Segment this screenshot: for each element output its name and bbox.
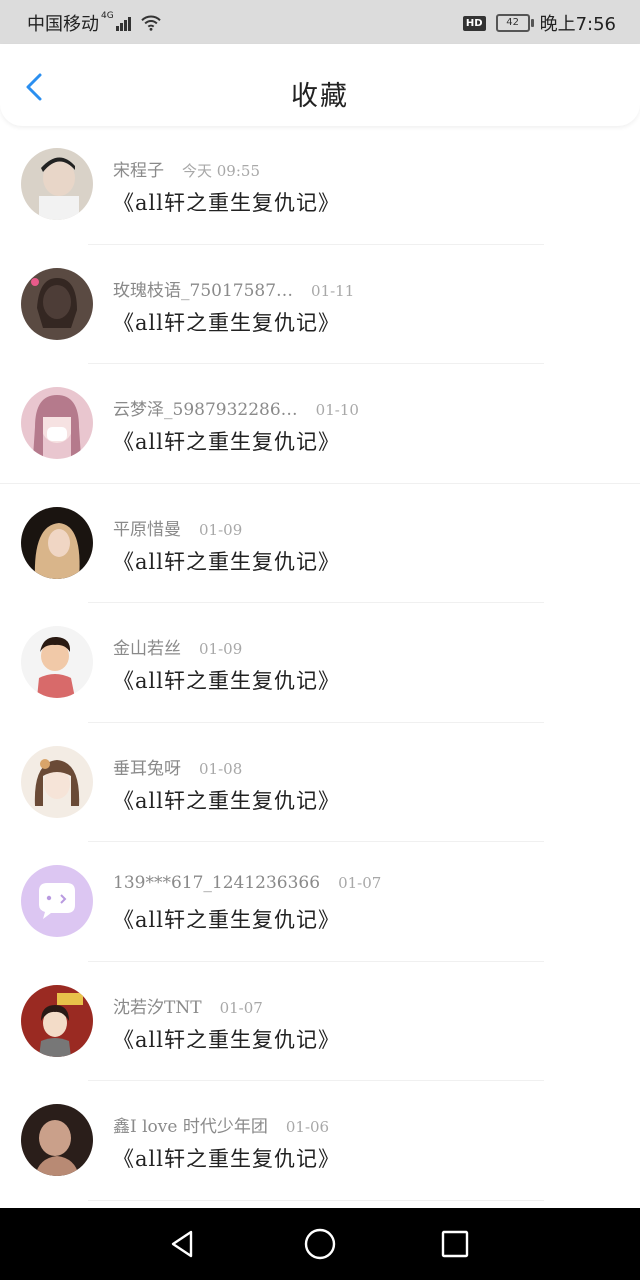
avatar[interactable] [21,745,93,818]
book-title[interactable]: 《all轩之重生复仇记》 [113,665,340,695]
user-name: 139***617_1241236366 [113,873,321,893]
battery-level: 42 [506,17,519,28]
user-name: 平原惜曼 [113,519,181,540]
list-item[interactable]: 139***617_1241236366 01-07 《all轩之重生复仇记》 [0,842,640,962]
item-meta: 沈若汐TNT 01-07 [113,993,263,1018]
book-title[interactable]: 《all轩之重生复仇记》 [113,307,340,337]
item-time: 01-07 [219,998,263,1017]
avatar[interactable] [21,267,93,340]
nav-recent-button[interactable] [437,1226,473,1262]
item-time: 01-07 [338,874,382,892]
item-meta: 玫瑰枝语_75017587… 01-11 [113,276,354,301]
battery-icon: 42 [495,14,534,32]
list-item[interactable]: 云梦泽_5987932286… 01-10 《all轩之重生复仇记》 [0,364,640,484]
list-item[interactable]: 金山若丝 01-09 《all轩之重生复仇记》 [0,603,640,723]
user-name: 沈若汐TNT [113,997,202,1018]
user-name: 宋程子 [113,161,164,181]
divider [88,1199,544,1201]
user-name: 金山若丝 [113,639,181,659]
triangle-back-icon [171,1230,193,1258]
item-time: 01-09 [199,520,243,539]
avatar[interactable] [21,1104,93,1176]
item-meta: 宋程子 今天 09:55 [113,156,260,181]
item-meta: 金山若丝 01-09 [113,634,242,659]
network-type: 4G [101,11,114,21]
item-time: 01-11 [311,281,355,300]
item-meta: 139***617_1241236366 01-07 [113,873,381,893]
item-time: 今天 09:55 [182,162,260,180]
book-title[interactable]: 《all轩之重生复仇记》 [113,785,340,815]
clock: 晚上7:56 [539,14,616,35]
user-name: 鑫I love 时代少年团 [113,1117,268,1137]
carrier-label: 中国移动 [27,14,99,35]
avatar[interactable] [21,865,93,937]
item-meta: 云梦泽_5987932286… 01-10 [113,395,359,420]
book-title[interactable]: 《all轩之重生复仇记》 [113,1143,340,1173]
book-title[interactable]: 《all轩之重生复仇记》 [113,1024,340,1054]
app-header: 收藏 [0,44,640,126]
item-meta: 鑫I love 时代少年团 01-06 [113,1112,329,1137]
item-time: 01-06 [285,1118,330,1136]
status-right: HD 42 晚上7:56 [462,10,616,36]
avatar[interactable] [21,506,93,579]
avatar[interactable] [21,387,93,459]
list-item[interactable]: 鑫I love 时代少年团 01-06 《all轩之重生复仇记》 [0,1081,640,1201]
list-item[interactable]: 平原惜曼 01-09 《all轩之重生复仇记》 [0,484,640,603]
avatar[interactable] [21,148,93,220]
status-left: 中国移动 4G [27,10,162,36]
favorites-list: 宋程子 今天 09:55 《all轩之重生复仇记》 玫瑰枝语_75017587… 0… [0,125,640,1201]
avatar[interactable] [21,626,93,698]
list-item[interactable]: 玫瑰枝语_75017587… 01-11 《all轩之重生复仇记》 [0,245,640,364]
book-title[interactable]: 《all轩之重生复仇记》 [113,187,340,217]
list-item[interactable]: 沈若汐TNT 01-07 《all轩之重生复仇记》 [0,962,640,1081]
wifi-icon [140,15,161,31]
user-name: 玫瑰枝语_75017587… [113,280,294,301]
item-meta: 平原惜曼 01-09 [113,515,242,540]
book-title[interactable]: 《all轩之重生复仇记》 [113,426,340,456]
status-bar: 中国移动 4G HD 42 晚上7:56 [0,0,640,44]
user-name: 云梦泽_5987932286… [113,400,298,420]
avatar[interactable] [21,984,93,1057]
item-time: 01-09 [199,640,243,658]
square-recent-icon [441,1230,469,1258]
user-name: 垂耳兔呀 [113,758,181,779]
page-title: 收藏 [291,81,349,112]
book-title[interactable]: 《all轩之重生复仇记》 [113,904,340,934]
nav-back-button[interactable] [165,1226,201,1262]
system-nav-bar [0,1208,640,1280]
circle-home-icon [304,1228,336,1260]
book-title[interactable]: 《all轩之重生复仇记》 [113,546,340,576]
hd-badge: HD [462,15,486,31]
list-item[interactable]: 垂耳兔呀 01-08 《all轩之重生复仇记》 [0,723,640,842]
item-time: 01-08 [199,759,243,778]
signal-icon [115,15,132,31]
list-item[interactable]: 宋程子 今天 09:55 《all轩之重生复仇记》 [0,125,640,245]
item-time: 01-10 [315,401,359,419]
item-meta: 垂耳兔呀 01-08 [113,754,242,779]
nav-home-button[interactable] [302,1226,338,1262]
